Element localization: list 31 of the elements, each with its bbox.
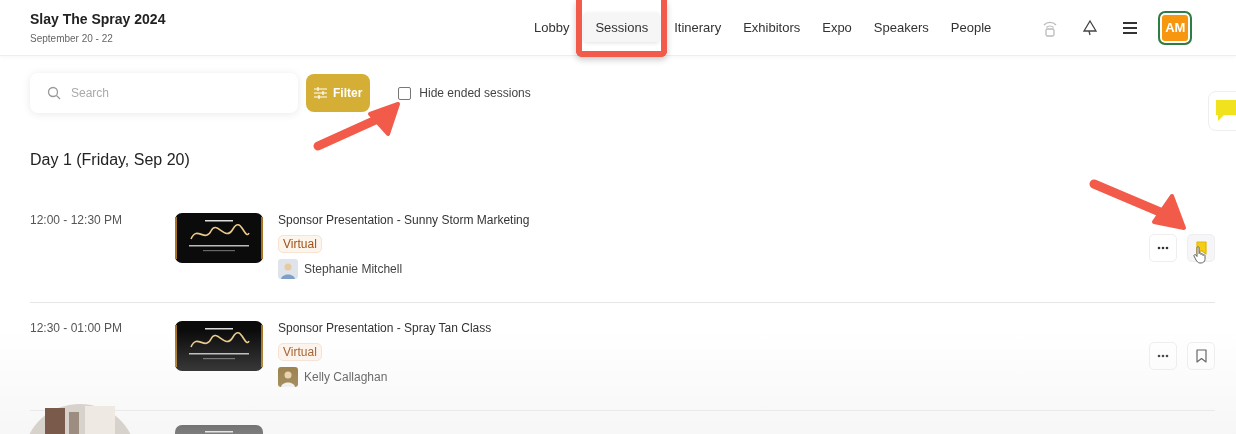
session-title[interactable]: Sponsor Presentation - Spray Tan Class	[278, 321, 492, 335]
search-field[interactable]: Search	[30, 73, 298, 113]
day-heading: Day 1 (Friday, Sep 20)	[30, 151, 191, 169]
nav-tab[interactable]: Itinerary	[663, 13, 733, 42]
session-tag: Virtual	[278, 343, 322, 361]
nav-tab[interactable]: Expo	[811, 13, 863, 42]
sliders-icon	[314, 87, 327, 99]
search-icon	[47, 86, 61, 100]
more-icon	[1157, 246, 1169, 250]
speaker-avatar[interactable]	[278, 259, 298, 279]
nav-tab[interactable]: People	[939, 13, 1003, 42]
session-time: 12:00 - 12:30 PM	[30, 213, 123, 227]
speaker-avatar[interactable]	[278, 367, 298, 387]
event-title: Slay The Spray 2024	[30, 11, 167, 27]
session-tag: Virtual	[278, 235, 322, 253]
event-dates: September 20 - 22	[30, 33, 114, 44]
menu-icon[interactable]	[1122, 19, 1139, 36]
speaker-name[interactable]: Stephanie Mitchell	[304, 262, 403, 276]
nav-tab[interactable]: Lobby	[523, 13, 581, 42]
checkbox-label[interactable]: Hide ended sessions	[419, 86, 531, 100]
checkbox[interactable]	[398, 86, 412, 100]
bookmark-button[interactable]	[1187, 342, 1215, 370]
speaker-name[interactable]: Kelly Callaghan	[304, 370, 388, 384]
session-time: 12:30 - 01:00 PM	[30, 321, 123, 335]
more-icon	[1157, 354, 1169, 358]
bookmark-icon	[1195, 349, 1207, 363]
nav-tab[interactable]: Sessions	[584, 13, 660, 42]
nav-tab[interactable]: Exhibitors	[732, 13, 812, 42]
session-title[interactable]: Sponsor Presentation - Sunny Storm Marketing	[278, 213, 530, 227]
nav-tab[interactable]: Speakers	[862, 13, 940, 42]
hand-cursor-icon	[1193, 246, 1207, 264]
